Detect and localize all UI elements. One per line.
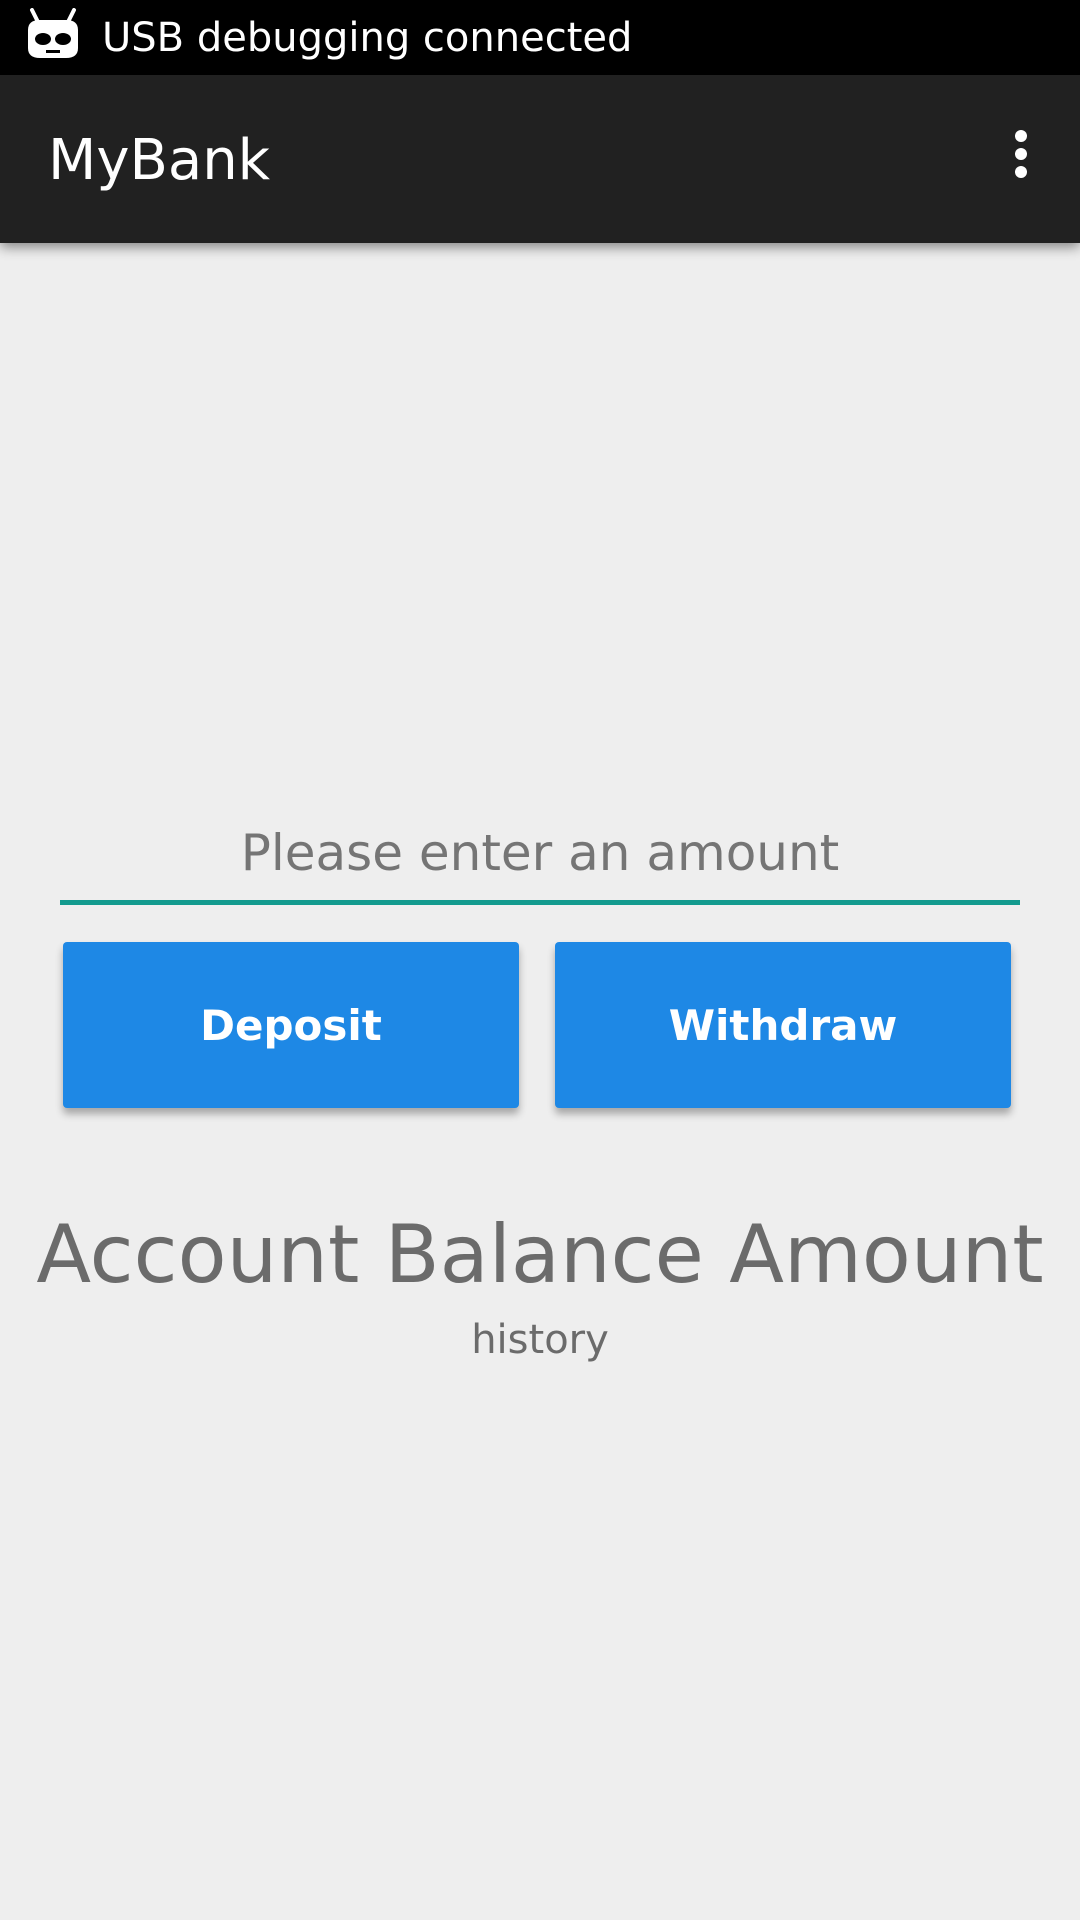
app-title: MyBank bbox=[48, 128, 271, 193]
amount-input[interactable] bbox=[60, 805, 1020, 905]
app-bar: MyBank bbox=[0, 75, 1080, 243]
withdraw-button[interactable]: Withdraw bbox=[555, 942, 1011, 1108]
status-notification-text: USB debugging connected bbox=[102, 15, 633, 61]
overflow-menu-button[interactable] bbox=[986, 119, 1056, 199]
screen: USB debugging connected MyBank Deposit W… bbox=[0, 0, 1080, 1920]
history-text: history bbox=[471, 1317, 609, 1363]
more-vert-icon bbox=[986, 119, 1056, 199]
deposit-button[interactable]: Deposit bbox=[63, 942, 519, 1108]
status-bar: USB debugging connected bbox=[0, 0, 1080, 75]
cyanogen-mascot-icon bbox=[24, 8, 82, 60]
account-balance-text: Account Balance Amount bbox=[36, 1208, 1044, 1301]
